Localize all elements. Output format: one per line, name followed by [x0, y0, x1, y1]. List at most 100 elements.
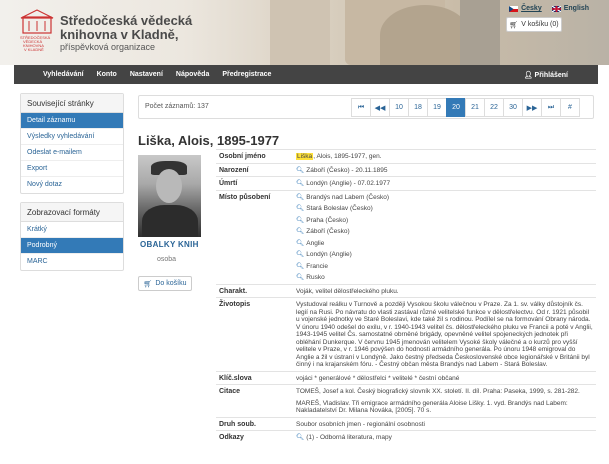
related-pages-panel: Související stránky Detail záznamu Výsle… [20, 93, 124, 194]
nav-settings[interactable]: Nastavení [130, 71, 163, 78]
field-label: Druh soub. [216, 416, 293, 431]
field-label: Místo působení [216, 189, 293, 284]
permalink-button[interactable]: # [560, 98, 580, 117]
cart-button[interactable]: 🛒︎ V košíku (0) [506, 17, 562, 32]
place-link[interactable]: 🔍︎ Záboří (Česko) [296, 228, 593, 236]
place-name: Rusko [306, 274, 325, 281]
field-value: 🔍︎ Brandýs nad Labem (Česko) 🔍︎ Stará Bole… [293, 189, 596, 284]
lang-english-label: English [563, 5, 589, 12]
login-label: Přihlášení [534, 71, 568, 79]
field-value[interactable]: 🔍︎ Londýn (Anglie) - 07.02.1977 [293, 176, 596, 190]
czech-flag-icon [509, 5, 519, 12]
page-button[interactable]: 19 [427, 98, 447, 117]
record-title: Liška, Alois, 1895-1977 [138, 133, 280, 148]
page-button[interactable]: 30 [503, 98, 523, 117]
library-name[interactable]: Středočeská vědecká knihovna v Kladně, p… [60, 14, 192, 53]
cart-icon: 🛒︎ [509, 21, 519, 29]
name-rest: , Alois, 1895-1977, gen. [313, 153, 382, 160]
current-page-button[interactable]: 20 [446, 98, 466, 117]
table-row: Narození 🔍︎ Záboří (Česko) - 20.11.1895 [216, 162, 596, 177]
results-bar: Počet záznamů: 137 ⏮ ◀◀ 10 18 19 20 21 2… [138, 95, 594, 119]
lang-czech[interactable]: Česky [509, 5, 542, 12]
search-icon: 🔍︎ [296, 205, 305, 212]
last-page-button[interactable]: ⏭ [541, 98, 561, 117]
related-pages-heading: Související stránky [21, 94, 123, 113]
table-row: Úmrtí 🔍︎ Londýn (Anglie) - 07.02.1977 [216, 176, 596, 190]
nav-preregistration[interactable]: Předregistrace [222, 71, 271, 78]
place-link[interactable]: 🔍︎ Stará Boleslav (Česko) [296, 205, 593, 213]
place-name: Anglie [306, 239, 325, 247]
table-row: Životopis Vystudoval reálku v Turnově a … [216, 297, 596, 371]
site-header: STŘEDOČESKÁ VĚDECKÁ KNIHOVNA V KLADNĚ St… [0, 0, 609, 65]
library-logo[interactable]: STŘEDOČESKÁ VĚDECKÁ KNIHOVNA V KLADNĚ [19, 9, 57, 52]
lang-english[interactable]: English [551, 5, 589, 12]
search-icon: 🔍︎ [296, 166, 305, 174]
add-to-cart-button[interactable]: 🛒︎ Do košíku [138, 276, 192, 291]
nav-account[interactable]: Konto [97, 71, 117, 78]
sidebar-item-export[interactable]: Export [21, 161, 123, 177]
page-button[interactable]: 22 [484, 98, 504, 117]
cart-label: V košíku (0) [521, 21, 559, 28]
cart-icon: 🛒︎ [143, 280, 153, 288]
field-label: Narození [216, 162, 293, 177]
place-link[interactable]: 🔍︎ Rusko [296, 274, 593, 282]
search-icon: 🔍︎ [296, 251, 305, 258]
main-navigation: Vyhledávání Konto Nastavení Nápověda Pře… [14, 65, 598, 84]
record-detail-table: Osobní jméno Liška, Alois, 1895-1977, ge… [216, 149, 596, 444]
person-photo [138, 155, 201, 237]
search-icon: 🔍︎ [296, 228, 305, 235]
highlighted-term: Liška [296, 153, 314, 160]
sidebar-item-format-detailed[interactable]: Podrobný [21, 238, 123, 254]
field-label: Životopis [216, 297, 293, 371]
field-label: Citace [216, 384, 293, 417]
place-link[interactable]: 🔍︎ Brandýs nad Labem (Česko) [296, 194, 593, 202]
search-icon: 🔍︎ [296, 180, 305, 187]
display-formats-heading: Zobrazovací formáty [21, 203, 123, 222]
record-type-label: osoba [157, 256, 177, 263]
citation: TOMEŠ, Josef a kol. Český biografický sl… [296, 388, 580, 395]
place-link[interactable]: 🔍︎ Londýn (Anglie) [296, 251, 593, 259]
library-name-line3: příspěvková organizace [60, 42, 156, 52]
field-value: Soubor osobních jmen - regionální osobno… [293, 416, 596, 431]
nav-search[interactable]: Vyhledávání [43, 71, 84, 78]
field-label: Klíč.slova [216, 370, 293, 385]
header-background-building [460, 0, 500, 65]
birth-value: Záboří (Česko) - 20.11.1895 [306, 166, 388, 174]
obalky-knih-logo[interactable]: OBALKY KNIH [140, 240, 199, 249]
place-name: Záboří (Česko) [306, 228, 350, 235]
place-link[interactable]: 🔍︎ Anglie [296, 240, 593, 248]
citation: MAREŠ, Vladislav. Tři emigrace armádního… [296, 399, 568, 415]
table-row: Druh soub. Soubor osobních jmen - region… [216, 416, 596, 431]
sidebar-item-record-detail[interactable]: Detail záznamu [21, 113, 123, 129]
place-link[interactable]: 🔍︎ Praha (Česko) [296, 217, 593, 225]
field-value: TOMEŠ, Josef a kol. Český biografický sl… [293, 384, 596, 417]
search-icon: 🔍︎ [296, 193, 305, 201]
page-button[interactable]: 21 [465, 98, 485, 117]
prev-page-button[interactable]: ◀◀ [370, 98, 390, 117]
sidebar-item-search-results[interactable]: Výsledky vyhledávání [21, 129, 123, 145]
header-background-building [270, 0, 330, 65]
place-name: Londýn (Anglie) [306, 251, 352, 258]
sidebar-item-format-marc[interactable]: MARC [21, 254, 123, 270]
sidebar-item-new-query[interactable]: Nový dotaz [21, 177, 123, 193]
sidebar-item-format-short[interactable]: Krátký [21, 222, 123, 238]
field-value[interactable]: 🔍︎ Záboří (Česko) - 20.11.1895 [293, 162, 596, 177]
page-button[interactable]: 18 [408, 98, 428, 117]
first-page-button[interactable]: ⏮ [351, 98, 371, 117]
place-name: Stará Boleslav (Česko) [306, 205, 373, 212]
sidebar-item-send-email[interactable]: Odeslat e-mailem [21, 145, 123, 161]
page-button[interactable]: 10 [389, 98, 409, 117]
table-row: Klíč.slova vojáci * generálové * dělostř… [216, 370, 596, 385]
search-icon: 🔍︎ [296, 274, 305, 281]
place-link[interactable]: 🔍︎ Francie [296, 263, 593, 271]
nav-help[interactable]: Nápověda [176, 71, 209, 78]
table-row: Osobní jméno Liška, Alois, 1895-1977, ge… [216, 149, 596, 163]
field-label: Úmrtí [216, 176, 293, 190]
field-label: Osobní jméno [216, 149, 293, 163]
language-switcher: Česky English [509, 5, 589, 12]
login-link[interactable]: 👤︎ Přihlášení [524, 71, 568, 79]
svg-text:V KLADNĚ: V KLADNĚ [24, 47, 44, 51]
table-row: Citace TOMEŠ, Josef a kol. Český biograf… [216, 384, 596, 417]
next-page-button[interactable]: ▶▶ [522, 98, 542, 117]
field-value[interactable]: 🔍︎ (1) - Odborná literatura, mapy [293, 430, 596, 444]
